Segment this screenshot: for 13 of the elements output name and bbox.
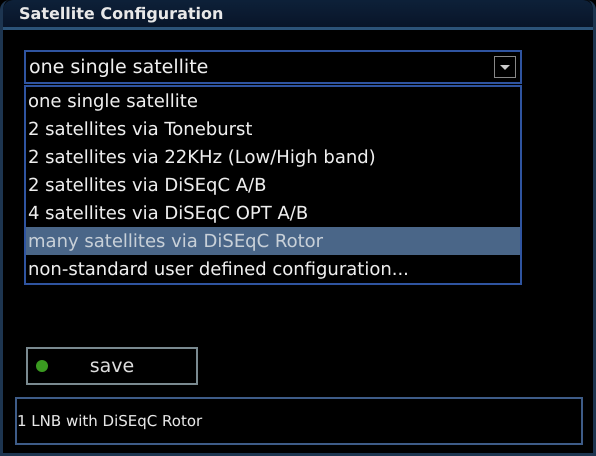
dropdown-option[interactable]: one single satellite [26, 87, 520, 115]
dropdown-option[interactable]: non-standard user defined configuration... [26, 255, 520, 283]
dropdown-option[interactable]: 2 satellites via 22KHz (Low/High band) [26, 143, 520, 171]
dropdown-option[interactable]: 2 satellites via Toneburst [26, 115, 520, 143]
dropdown-option[interactable]: 4 satellites via DiSEqC OPT A/B [26, 199, 520, 227]
dropdown[interactable]: one single satellite [24, 50, 522, 84]
window-title: Satellite Configuration [19, 4, 224, 23]
dropdown-value: one single satellite [29, 56, 208, 78]
save-button[interactable]: save [26, 347, 198, 385]
dropdown-option[interactable]: many satellites via DiSEqC Rotor [26, 227, 520, 255]
dropdown-option[interactable]: 2 satellites via DiSEqC A/B [26, 171, 520, 199]
info-text: 1 LNB with DiSEqC Rotor [17, 412, 202, 430]
caret-icon [494, 56, 516, 78]
